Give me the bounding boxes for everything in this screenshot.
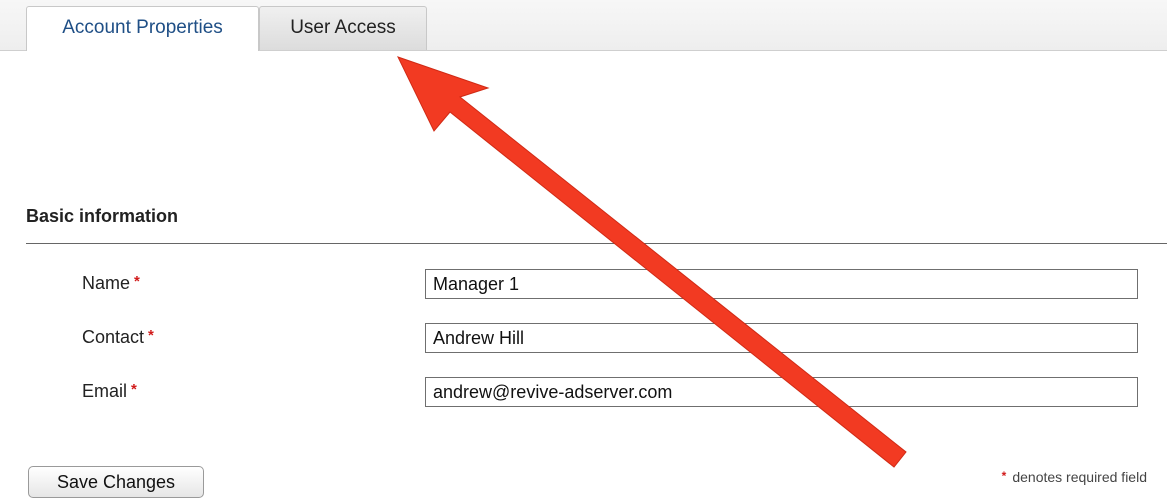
tab-user-access[interactable]: User Access [259,6,427,50]
name-label: Name * [82,273,140,294]
required-note-text: denotes required field [1012,469,1147,485]
email-input[interactable] [425,377,1138,407]
email-label: Email * [82,381,137,402]
required-star: * [148,327,154,344]
section-divider [26,243,1167,244]
required-star: * [134,273,140,290]
required-star: * [1001,469,1007,483]
name-label-text: Name [82,273,131,293]
contact-label-text: Contact [82,327,145,347]
name-input[interactable] [425,269,1138,299]
required-star: * [131,381,137,398]
email-label-text: Email [82,381,128,401]
account-preferences-page: Account Properties User Access Basic inf… [0,0,1167,500]
contact-label: Contact * [82,327,154,348]
tab-account-properties[interactable]: Account Properties [26,6,259,51]
section-title: Basic information [26,206,179,226]
save-changes-button[interactable]: Save Changes [28,466,204,498]
contact-input[interactable] [425,323,1138,353]
annotation-arrow-icon [397,56,907,468]
required-field-note: * denotes required field [1002,469,1147,485]
tab-strip: Account Properties User Access [0,0,1167,51]
